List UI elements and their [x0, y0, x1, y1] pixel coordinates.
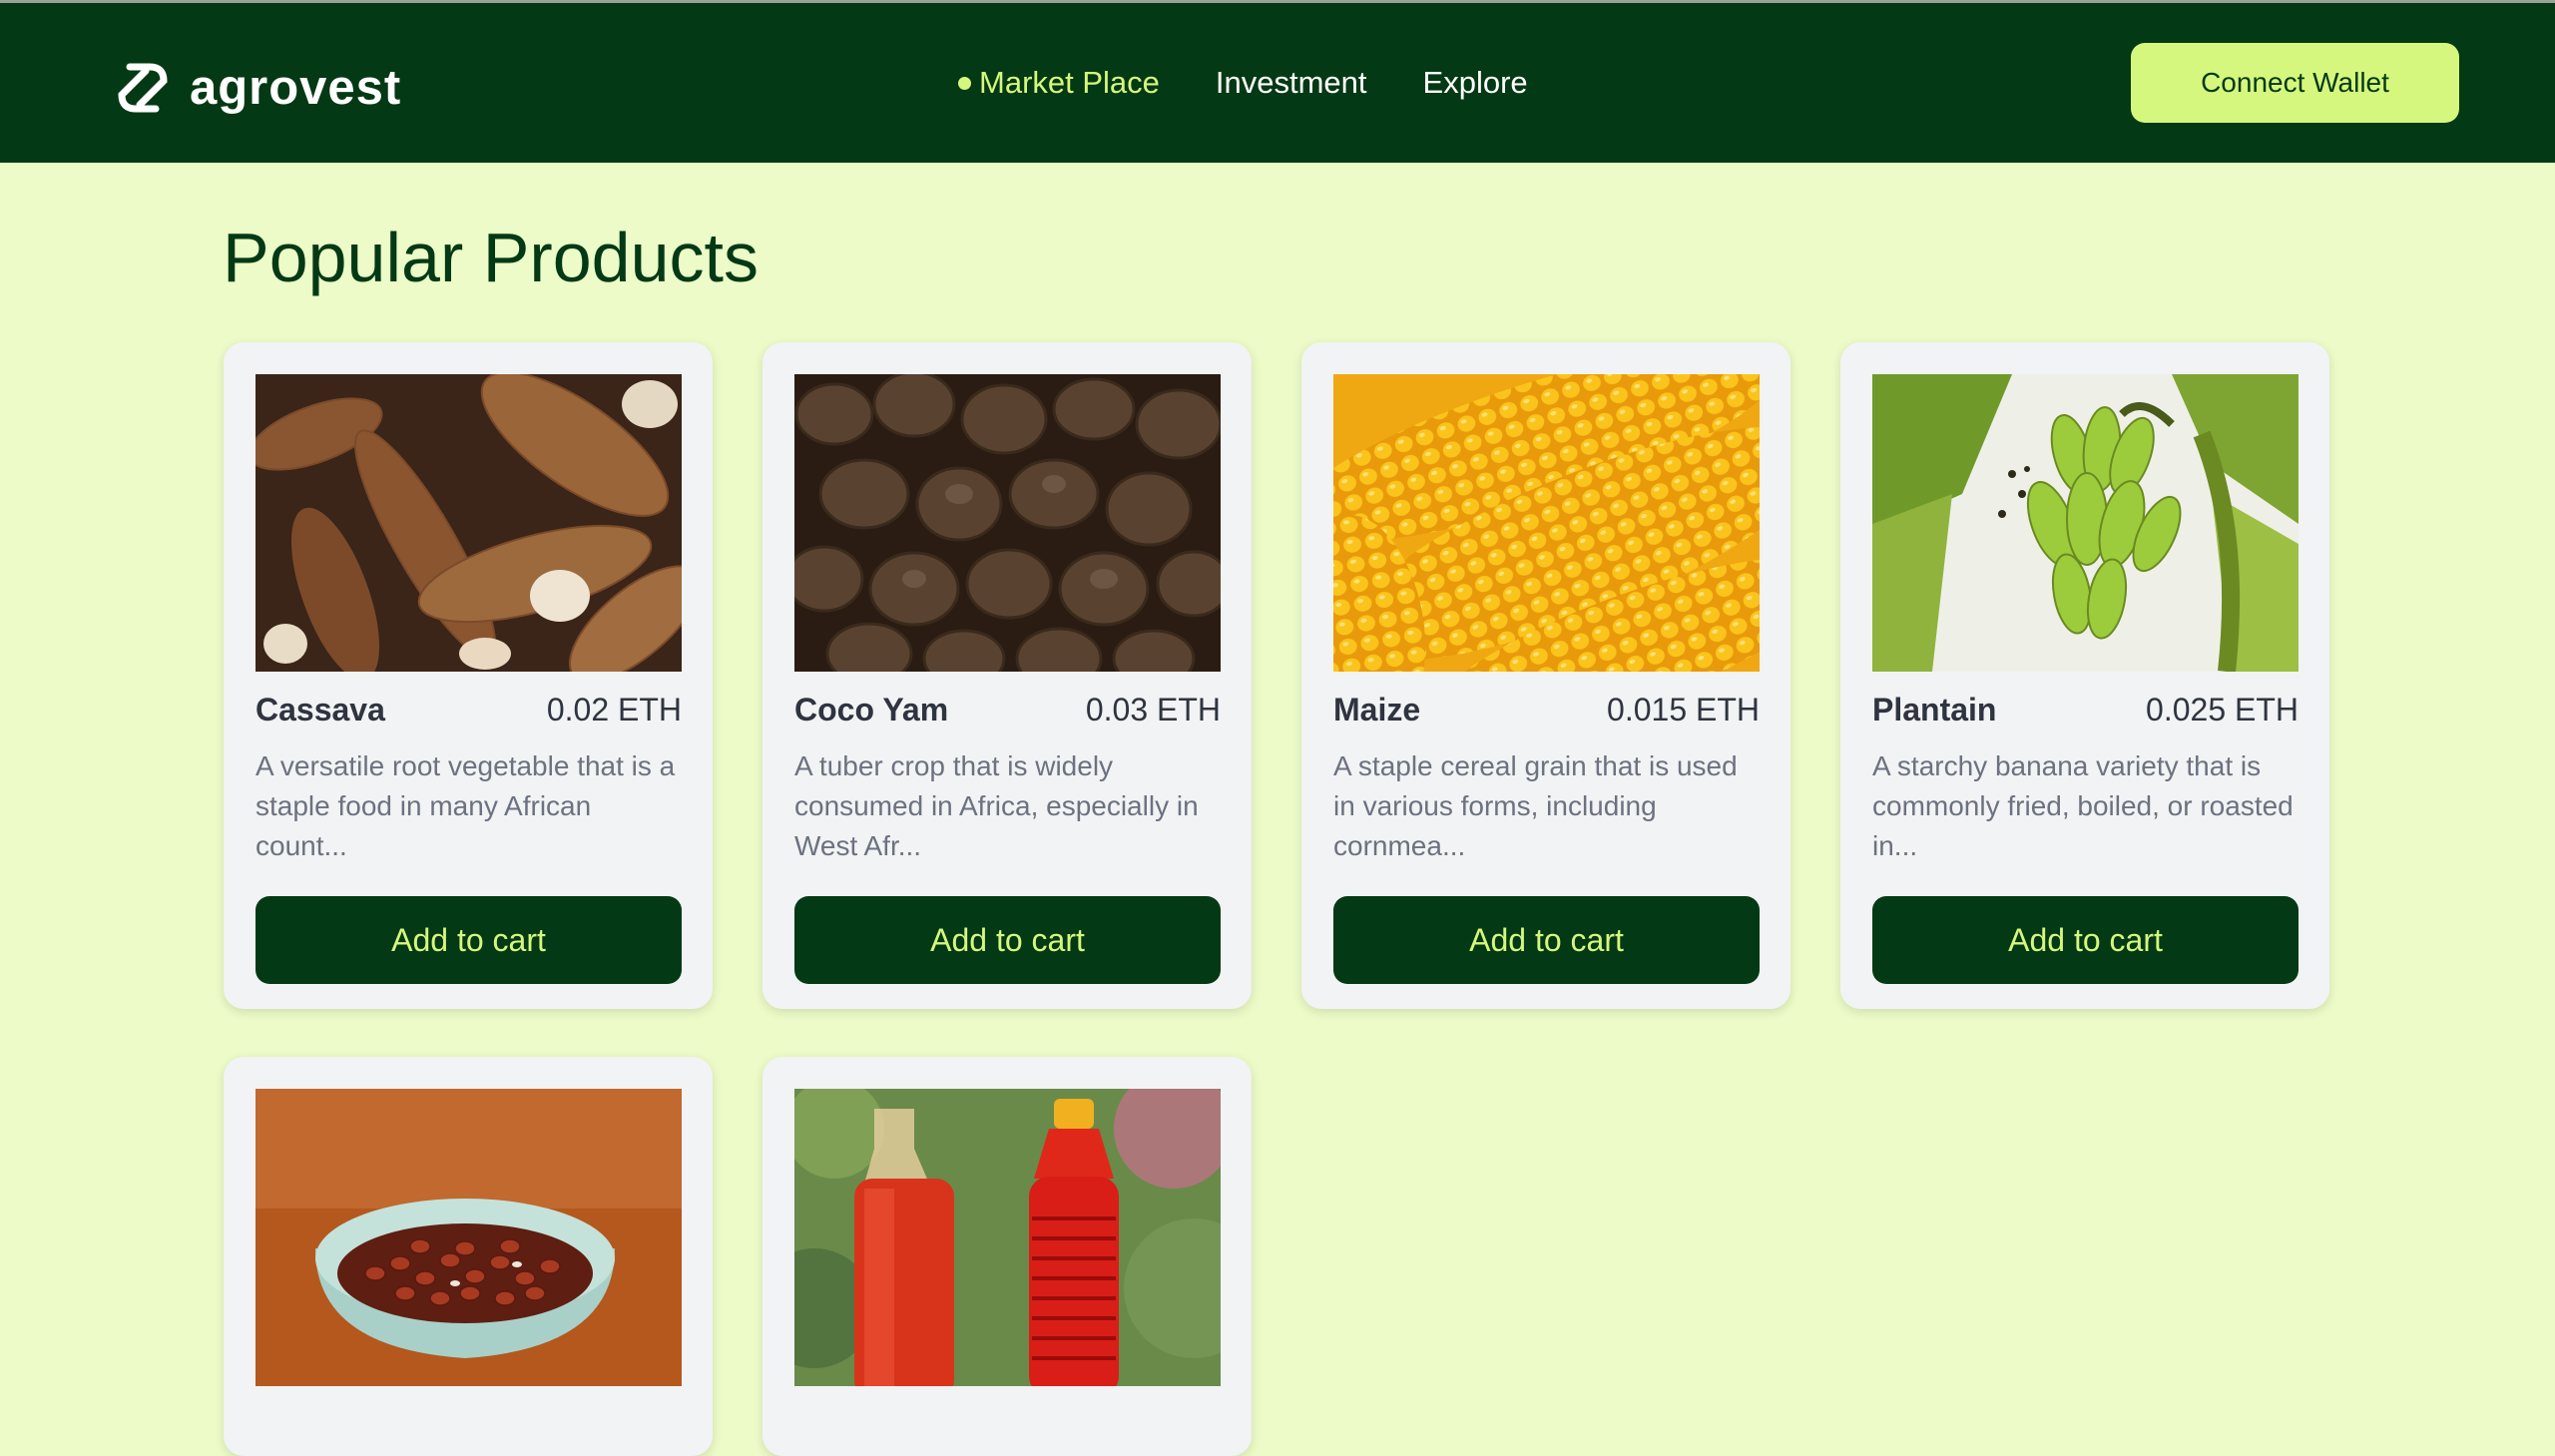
- product-price: 0.02 ETH: [546, 692, 682, 728]
- plantain-photo: [1872, 374, 2299, 672]
- product-price: 0.015 ETH: [1607, 692, 1760, 728]
- product-image: [794, 374, 1221, 672]
- product-header: Maize 0.015 ETH: [1333, 692, 1760, 728]
- agrovest-logo-icon: [118, 63, 168, 113]
- add-to-cart-button[interactable]: Add to cart: [256, 896, 682, 984]
- nav-link-investment[interactable]: Investment: [1216, 65, 1367, 101]
- product-card-groundnut: [224, 1057, 713, 1456]
- product-header: Cassava 0.02 ETH: [256, 692, 682, 728]
- product-card-palm-oil: [763, 1057, 1252, 1456]
- product-price: 0.03 ETH: [1085, 692, 1221, 728]
- palm-oil-photo: [794, 1089, 1221, 1386]
- product-image: [1872, 374, 2299, 672]
- nav-link-label: Investment: [1215, 65, 1367, 100]
- navbar: agrovest Market Place Investment Explore…: [0, 3, 2555, 163]
- active-indicator-dot: [958, 76, 971, 90]
- add-to-cart-button[interactable]: Add to cart: [1333, 896, 1760, 984]
- product-price: 0.025 ETH: [2146, 692, 2299, 728]
- product-card-cassava: Cassava 0.02 ETH A versatile root vegeta…: [224, 342, 713, 1009]
- cassava-photo: [256, 374, 682, 672]
- cocoyam-photo: [794, 374, 1221, 672]
- groundnut-photo: [256, 1089, 682, 1386]
- product-card-plantain: Plantain 0.025 ETH A starchy banana vari…: [1840, 342, 2329, 1009]
- nav-link-label: Explore: [1422, 65, 1528, 100]
- product-name: Plantain: [1872, 692, 1997, 728]
- product-name: Maize: [1333, 692, 1421, 728]
- product-image: [1333, 374, 1760, 672]
- maize-photo: [1333, 374, 1760, 672]
- add-to-cart-button[interactable]: Add to cart: [794, 896, 1221, 984]
- product-description: A starchy banana variety that is commonl…: [1872, 750, 2294, 861]
- product-description: A versatile root vegetable that is a sta…: [256, 750, 676, 861]
- product-image: [256, 1089, 682, 1388]
- connect-wallet-button[interactable]: Connect Wallet: [2131, 43, 2459, 123]
- product-name: Cassava: [256, 692, 385, 728]
- nav-link-explore[interactable]: Explore: [1423, 65, 1528, 101]
- brand-name: agrovest: [190, 61, 402, 115]
- product-header: Plantain 0.025 ETH: [1872, 692, 2299, 728]
- product-header: Coco Yam 0.03 ETH: [794, 692, 1221, 728]
- add-to-cart-button[interactable]: Add to cart: [1872, 896, 2299, 984]
- product-name: Coco Yam: [794, 692, 949, 728]
- product-card-coco-yam: Coco Yam 0.03 ETH A tuber crop that is w…: [763, 342, 1252, 1009]
- product-card-maize: Maize 0.015 ETH A staple cereal grain th…: [1301, 342, 1790, 1009]
- product-description: A staple cereal grain that is used in va…: [1333, 750, 1738, 861]
- nav-link-market-place[interactable]: Market Place: [958, 65, 1160, 101]
- brand-logo[interactable]: agrovest: [110, 55, 401, 121]
- nav-link-label: Market Place: [979, 65, 1160, 100]
- page-title: Popular Products: [223, 219, 759, 296]
- product-image: [794, 1089, 1221, 1388]
- product-description: A tuber crop that is widely consumed in …: [794, 750, 1199, 861]
- main-nav: Market Place Investment Explore: [958, 65, 1584, 101]
- product-image: [256, 374, 682, 672]
